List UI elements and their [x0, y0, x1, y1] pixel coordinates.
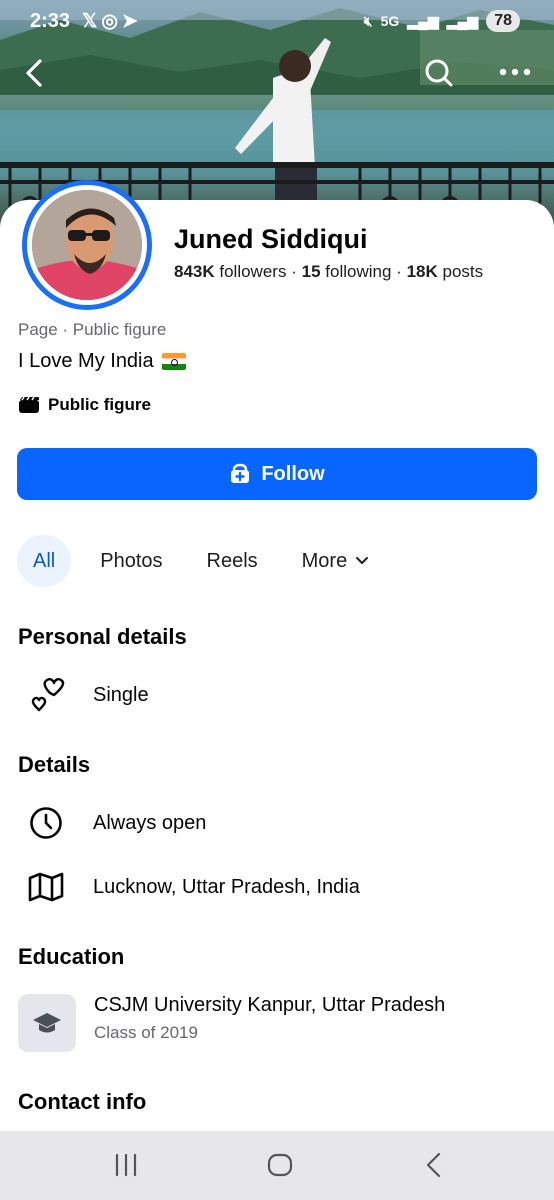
follow-button[interactable]: Follow [17, 448, 537, 500]
x-app-icon: 𝕏 [82, 11, 102, 32]
posts-count: 18K [406, 262, 438, 281]
tab-all-label: All [33, 549, 56, 572]
status-time: 2:33 [30, 10, 71, 32]
profile-name: Juned Siddiqui [174, 224, 368, 254]
clock-icon [30, 807, 62, 839]
profile-tabs: All Photos Reels More [17, 535, 384, 587]
tab-reels[interactable]: Reels [192, 535, 273, 587]
contact-info-title: Contact info [18, 1089, 147, 1114]
profile-avatar[interactable] [22, 180, 152, 310]
education-title: Education [18, 944, 125, 969]
system-nav-bar [0, 1131, 554, 1200]
posts-label: posts [442, 262, 484, 281]
tab-photos[interactable]: Photos [85, 535, 177, 587]
telegram-icon: ➤ [121, 11, 142, 32]
tab-more-label: More [301, 549, 348, 572]
follow-label: Follow [261, 462, 325, 485]
class-of: Class of 2019 [94, 1023, 198, 1042]
education-icon-box [18, 994, 76, 1052]
hearts-icon [31, 678, 65, 712]
avatar-illustration [32, 190, 142, 300]
battery-indicator: 78 [486, 10, 520, 32]
follow-icon [231, 463, 250, 483]
status-bar: 2:33 𝕏◎➤ 🔇︎ 5G ▂▄▆ ▂▄▆ 78 [0, 0, 554, 44]
tab-photos-label: Photos [100, 549, 163, 572]
chevron-down-icon [356, 557, 369, 564]
home-icon [267, 1153, 293, 1177]
more-options-button[interactable] [499, 64, 531, 85]
network-label: 5G [380, 13, 400, 29]
chevron-left-icon [26, 59, 42, 87]
following-count[interactable]: 15 [302, 262, 321, 281]
whatsapp-icon: ◎ [101, 11, 122, 32]
relationship-row: Single [18, 675, 149, 715]
notification-icons: 𝕏◎➤ [82, 10, 142, 33]
public-figure-badge: Public figure [18, 395, 151, 415]
profile-stats: 843K followers · 15 following · 18K post… [174, 262, 483, 282]
education-row[interactable]: CSJM University Kanpur, Uttar Pradesh Cl… [18, 994, 445, 1052]
profile-bio: I Love My India [18, 350, 186, 373]
stats-separator: · [396, 262, 402, 281]
graduation-cap-icon [33, 1013, 61, 1033]
recent-apps-button[interactable] [113, 1151, 139, 1184]
school-name[interactable]: CSJM University Kanpur, Uttar Pradesh [94, 994, 445, 1017]
avatar-image [32, 190, 142, 300]
more-dots-icon [499, 68, 531, 76]
bio-text: I Love My India [18, 350, 154, 372]
back-button[interactable] [22, 57, 46, 94]
back-arrow-icon [426, 1152, 441, 1178]
stats-separator: · [291, 262, 297, 281]
details-title: Details [18, 752, 91, 777]
followers-count[interactable]: 843K [174, 262, 215, 281]
badge-label: Public figure [48, 395, 151, 414]
relationship-status: Single [93, 683, 149, 706]
location-text[interactable]: Lucknow, Uttar Pradesh, India [93, 876, 360, 899]
recent-apps-icon [115, 1153, 137, 1177]
clapperboard-icon [19, 396, 39, 413]
hours-text: Always open [93, 811, 207, 834]
search-button[interactable] [424, 58, 454, 93]
map-icon [28, 872, 64, 902]
personal-details-title: Personal details [18, 624, 187, 649]
following-label[interactable]: following [325, 262, 391, 281]
mute-icon: 🔇︎ [363, 12, 373, 29]
tab-reels-label: Reels [206, 549, 258, 572]
tab-all[interactable]: All [17, 535, 72, 587]
system-back-button[interactable] [424, 1151, 444, 1184]
hours-row: Always open [18, 803, 206, 843]
followers-label[interactable]: followers [219, 262, 286, 281]
search-icon [425, 59, 453, 87]
page-category: Page · Public figure [18, 320, 167, 339]
india-flag-icon [161, 353, 186, 370]
signal-icon: ▂▄▆ [407, 12, 439, 29]
location-row[interactable]: Lucknow, Uttar Pradesh, India [18, 867, 360, 907]
tab-more[interactable]: More [287, 535, 385, 587]
home-button[interactable] [266, 1151, 294, 1184]
signal-icon-2: ▂▄▆ [446, 12, 479, 29]
